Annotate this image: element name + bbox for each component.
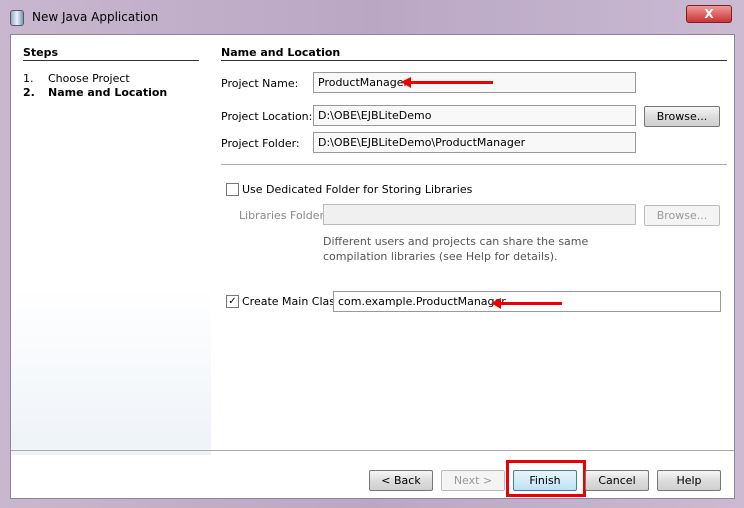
libraries-hint: Different users and projects can share t… [323,235,589,263]
next-button[interactable]: Next > [441,470,505,491]
create-main-class-checkbox[interactable]: ✓ [226,295,239,308]
separator [221,164,727,165]
step-2-number: 2. [23,86,35,99]
divider [23,60,199,61]
cancel-button[interactable]: Cancel [585,470,649,491]
project-folder-input[interactable]: D:\OBE\EJBLiteDemo\ProductManager [313,132,636,153]
create-main-class-label: Create Main Class [242,295,341,308]
step-1-number: 1. [23,72,34,85]
dedicated-folder-checkbox[interactable] [226,183,239,196]
dialog-body: Steps 1. Choose Project 2. Name and Loca… [10,34,735,499]
red-arrow-annotation [491,298,562,309]
step-choose-project: Choose Project [48,72,130,85]
panel-header: Name and Location [221,46,341,59]
close-button[interactable]: X [686,5,732,23]
dedicated-folder-label: Use Dedicated Folder for Storing Librari… [242,183,473,196]
libraries-folder-label: Libraries Folder: [239,209,328,222]
window-title: New Java Application [32,10,159,24]
help-button[interactable]: Help [657,470,721,491]
project-location-label: Project Location: [221,110,313,123]
finish-button[interactable]: Finish [513,470,577,491]
libraries-browse-button[interactable]: Browse... [644,205,720,226]
libraries-folder-input[interactable] [323,204,636,225]
browse-button[interactable]: Browse... [644,106,720,127]
red-arrow-annotation [401,77,493,88]
divider [221,60,727,61]
java-app-icon [10,10,24,26]
separator [11,450,734,451]
project-name-label: Project Name: [221,77,299,90]
step-name-location: Name and Location [48,86,168,99]
back-button[interactable]: < Back [369,470,433,491]
project-folder-label: Project Folder: [221,137,300,150]
project-location-input[interactable]: D:\OBE\EJBLiteDemo [313,105,636,126]
steps-header: Steps [23,46,59,59]
